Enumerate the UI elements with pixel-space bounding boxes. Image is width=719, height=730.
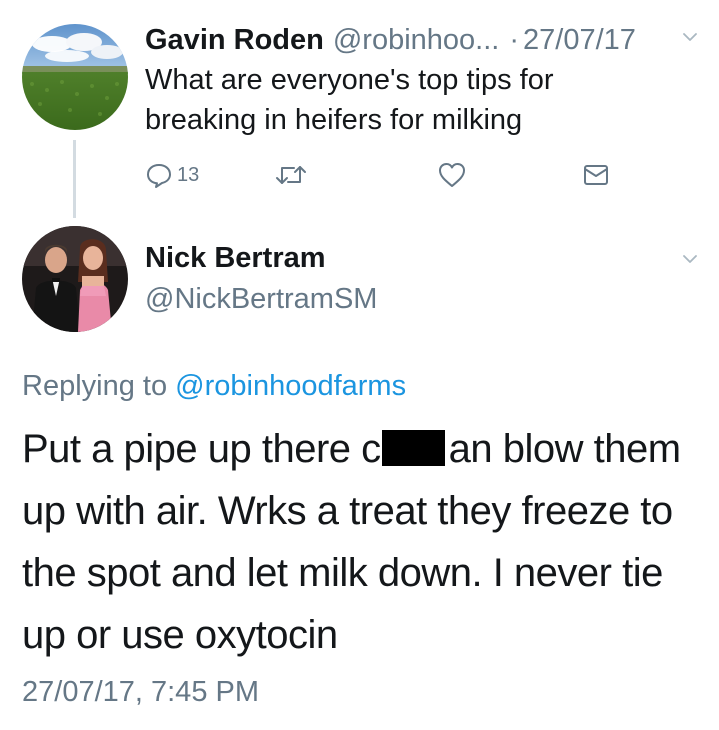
direct-message-button[interactable] <box>582 158 610 192</box>
reply-tweet-timestamp[interactable]: 27/07/17, 7:45 PM <box>22 672 259 712</box>
reply-count: 13 <box>177 163 200 186</box>
reply-text-before-redaction: Put a pipe up there c <box>22 427 381 471</box>
reply-button[interactable]: 13 <box>145 158 199 192</box>
replying-to-label: Replying to <box>22 370 168 402</box>
reply-author-handle[interactable]: @NickBertramSM <box>145 279 377 319</box>
parent-author-name[interactable]: Gavin Roden <box>145 20 324 60</box>
parent-tweet-date[interactable]: 27/07/17 <box>523 20 636 60</box>
redaction-block <box>381 430 445 466</box>
field-landscape-image <box>22 24 128 130</box>
parent-author-avatar[interactable] <box>22 24 128 130</box>
parent-tweet-actions: 13 <box>145 158 615 192</box>
tweet-thread: Gavin Roden @robinhoo... · 27/07/17 What… <box>0 0 719 730</box>
like-button[interactable] <box>437 158 467 192</box>
chevron-down-icon[interactable] <box>683 30 697 44</box>
portrait-photo-image <box>22 226 128 332</box>
chevron-down-icon[interactable] <box>683 252 697 266</box>
header-separator: · <box>509 24 520 56</box>
retweet-button[interactable] <box>275 158 307 192</box>
replying-to-mention-link[interactable]: @robinhoodfarms <box>175 370 406 402</box>
reply-author-name[interactable]: Nick Bertram <box>145 238 326 278</box>
heart-icon <box>439 163 465 187</box>
reply-tweet-text: Put a pipe up there c an blow them up wit… <box>22 418 702 666</box>
reply-icon <box>147 164 171 188</box>
envelope-icon <box>584 165 608 185</box>
parent-author-handle[interactable]: @robinhoo... <box>333 20 499 60</box>
parent-tweet-text: What are everyone's top tips for breakin… <box>145 64 554 136</box>
parent-tweet-header: Gavin Roden @robinhoo... · 27/07/17 <box>145 20 636 60</box>
thread-connector-line <box>73 140 76 218</box>
reply-author-avatar[interactable] <box>22 226 128 332</box>
retweet-icon <box>276 166 306 184</box>
replying-to-line: Replying to @robinhoodfarms <box>22 366 406 406</box>
